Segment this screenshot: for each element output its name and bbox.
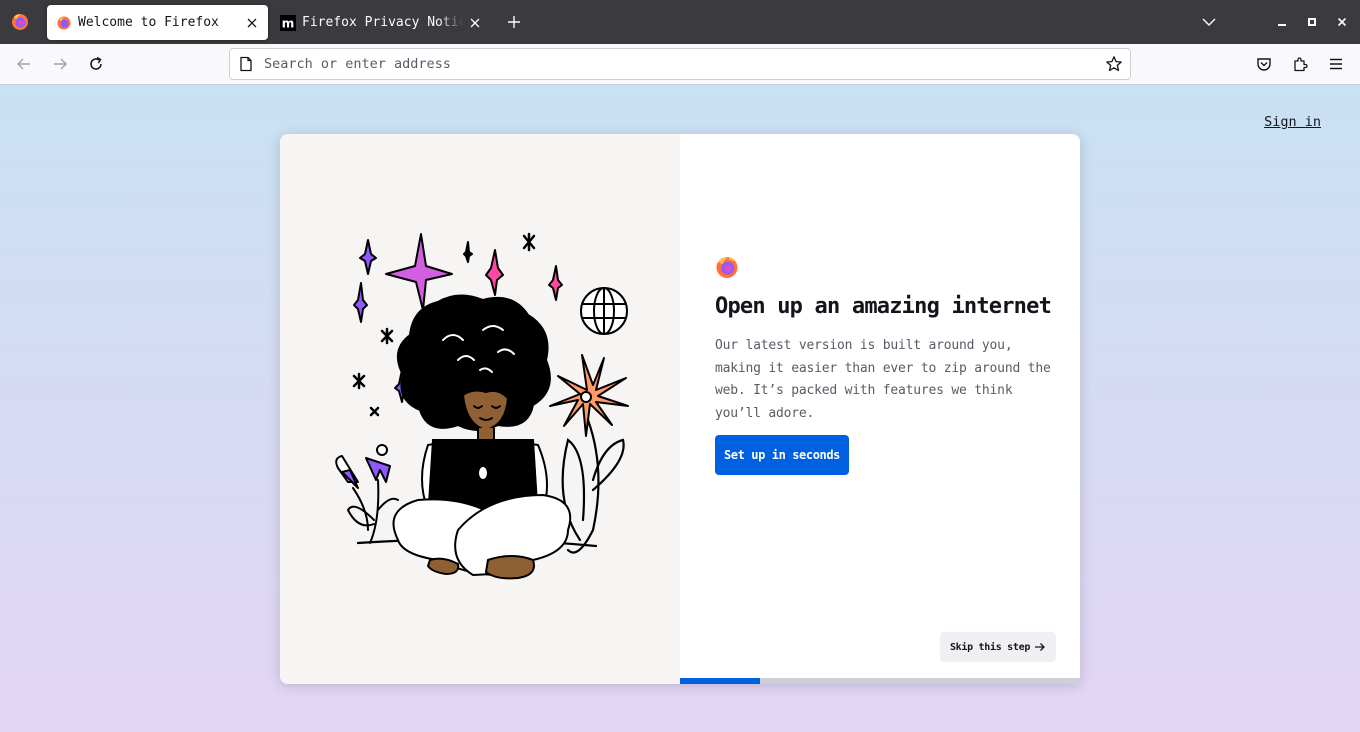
close-icon [1337, 17, 1347, 27]
new-tab-button[interactable] [502, 10, 526, 34]
onboarding-progress-bar [680, 678, 1080, 684]
app-menu-button[interactable] [1324, 52, 1348, 76]
sign-in-link[interactable]: Sign in [1264, 114, 1321, 130]
illustration-panel [280, 134, 680, 684]
maximize-icon [1308, 18, 1316, 26]
arrow-right-icon [1035, 643, 1045, 651]
pocket-button[interactable] [1252, 52, 1276, 76]
firefox-icon [12, 14, 28, 30]
arrow-right-icon [54, 58, 67, 70]
puzzle-icon [1294, 57, 1308, 72]
minimize-button[interactable] [1272, 12, 1292, 32]
hamburger-menu-icon [1330, 58, 1342, 70]
star-icon [1106, 56, 1122, 72]
tab-title: Firefox Privacy Notice — Mozilla [302, 15, 463, 30]
set-up-button[interactable]: Set up in seconds [715, 435, 849, 475]
person-with-laptop-illustration [335, 232, 629, 580]
tab-welcome[interactable]: Welcome to Firefox [47, 5, 268, 40]
firefox-icon [57, 16, 71, 29]
page-description: Our latest version is built around you, … [715, 338, 1051, 421]
tab-close-button[interactable] [463, 11, 487, 35]
extensions-button[interactable] [1288, 52, 1312, 76]
reload-icon [90, 56, 102, 70]
progress-fill [680, 678, 760, 684]
tab-title: Welcome to Firefox [78, 15, 219, 30]
mozilla-m-icon: m [280, 14, 296, 31]
forward-button[interactable] [48, 52, 72, 76]
onboarding-card: Open up an amazing internet Our latest v… [280, 134, 1080, 684]
address-bar[interactable] [229, 48, 1131, 80]
tab-strip: Welcome to Firefox m Firefox Privacy Not… [0, 0, 1360, 44]
page-content: Sign in Open up an amazing internet Our … [0, 85, 1360, 732]
skip-step-button[interactable]: Skip this step [940, 632, 1056, 662]
url-input[interactable] [264, 56, 1104, 72]
close-icon [470, 18, 480, 27]
list-all-tabs-button[interactable] [1197, 10, 1221, 34]
welcome-panel: Open up an amazing internet Our latest v… [680, 134, 1080, 684]
reload-button[interactable] [84, 52, 108, 76]
page-title: Open up an amazing internet [715, 294, 1052, 319]
close-icon [247, 18, 257, 27]
page-icon [240, 56, 252, 72]
plus-icon [508, 16, 520, 28]
navigation-toolbar [0, 44, 1360, 85]
pocket-icon [1257, 58, 1271, 71]
firefox-logo-icon [716, 257, 738, 278]
bookmark-star-button[interactable] [1104, 54, 1124, 74]
maximize-button[interactable] [1302, 12, 1322, 32]
close-window-button[interactable] [1332, 12, 1352, 32]
svg-text:m: m [282, 16, 295, 30]
back-button[interactable] [12, 52, 36, 76]
arrow-left-icon [17, 58, 30, 70]
tab-privacy-notice[interactable]: m Firefox Privacy Notice — Mozilla [271, 5, 491, 40]
chevron-down-icon [1202, 18, 1216, 26]
minimize-icon [1278, 24, 1286, 26]
tab-close-button[interactable] [240, 11, 264, 35]
firefox-view-button[interactable] [8, 10, 32, 34]
skip-step-label: Skip this step [949, 641, 1031, 653]
